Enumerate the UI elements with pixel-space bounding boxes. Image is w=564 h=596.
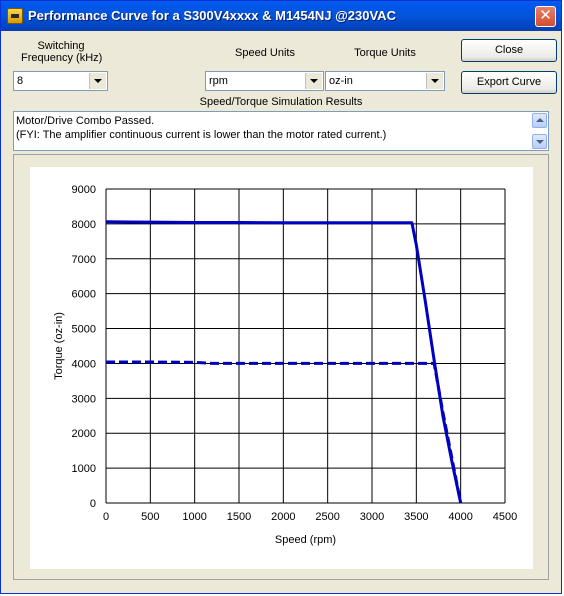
x-tick-label: 2500 [315,511,339,523]
window-title: Performance Curve for a S300V4xxxx & M14… [28,8,396,23]
speed-units-value: rpm [209,75,228,87]
close-button[interactable]: Close [461,39,557,62]
x-tick-label: 2000 [271,511,295,523]
switching-frequency-select[interactable]: 8 [13,71,108,91]
title-bar[interactable]: Performance Curve for a S300V4xxxx & M14… [1,1,561,31]
speed-units-label: Speed Units [235,47,295,59]
switching-label-line1: Switching [37,40,85,52]
close-window-button[interactable]: ✕ [535,6,556,27]
x-axis-label: Speed (rpm) [275,534,336,546]
torque-units-select[interactable]: oz-in [325,71,445,91]
switching-frequency-label: Switching Frequency (kHz) [21,40,103,64]
y-tick-label: 8000 [72,219,96,231]
y-tick-label: 5000 [72,324,96,336]
chevron-down-icon[interactable] [89,73,106,89]
export-curve-button[interactable]: Export Curve [461,71,557,94]
performance-curve-window: Performance Curve for a S300V4xxxx & M14… [0,0,562,594]
results-line-1: Motor/Drive Combo Passed. [16,115,155,127]
x-tick-label: 4000 [448,511,472,523]
torque-units-label: Torque Units [354,47,416,59]
chevron-down-icon[interactable] [426,73,443,89]
close-icon: ✕ [539,7,552,24]
x-tick-label: 1500 [227,511,251,523]
switching-frequency-value: 8 [17,75,24,87]
y-tick-label: 2000 [72,428,96,440]
speed-units-select[interactable]: rpm [205,71,324,91]
x-tick-label: 3500 [404,511,428,523]
y-tick-label: 4000 [72,358,96,370]
y-tick-label: 7000 [72,254,96,266]
results-line-2: (FYI: The amplifier continuous current i… [16,129,387,141]
scroll-up-button[interactable] [532,113,547,128]
torque-units-value: oz-in [329,75,353,87]
chevron-down-icon[interactable] [305,73,322,89]
switching-label-line2: Frequency (kHz) [21,52,103,64]
scroll-down-button[interactable] [532,134,547,149]
results-textbox[interactable]: Motor/Drive Combo Passed. (FYI: The ampl… [13,111,549,151]
x-tick-label: 4500 [493,511,517,523]
y-tick-label: 3000 [72,393,96,405]
y-tick-label: 0 [90,498,96,510]
x-tick-label: 3000 [360,511,384,523]
x-tick-label: 500 [141,511,159,523]
app-icon [7,8,23,24]
y-tick-label: 6000 [72,289,96,301]
chart-frame: 0 500 1000 1500 2000 2500 3000 3500 4000 4500 0 100… [13,154,549,580]
x-tick-label: 1000 [182,511,206,523]
y-tick-label: 1000 [72,463,96,475]
chart-area: 0 500 1000 1500 2000 2500 3000 3500 4000 4500 0 100… [30,167,533,569]
y-axis-label: Torque (oz-in) [53,312,65,380]
results-heading: Speed/Torque Simulation Results [199,96,363,108]
x-tick-label: 0 [103,511,109,523]
y-tick-label: 9000 [72,184,96,196]
performance-chart: 0 500 1000 1500 2000 2500 3000 3500 4000 4500 0 100… [53,184,517,546]
